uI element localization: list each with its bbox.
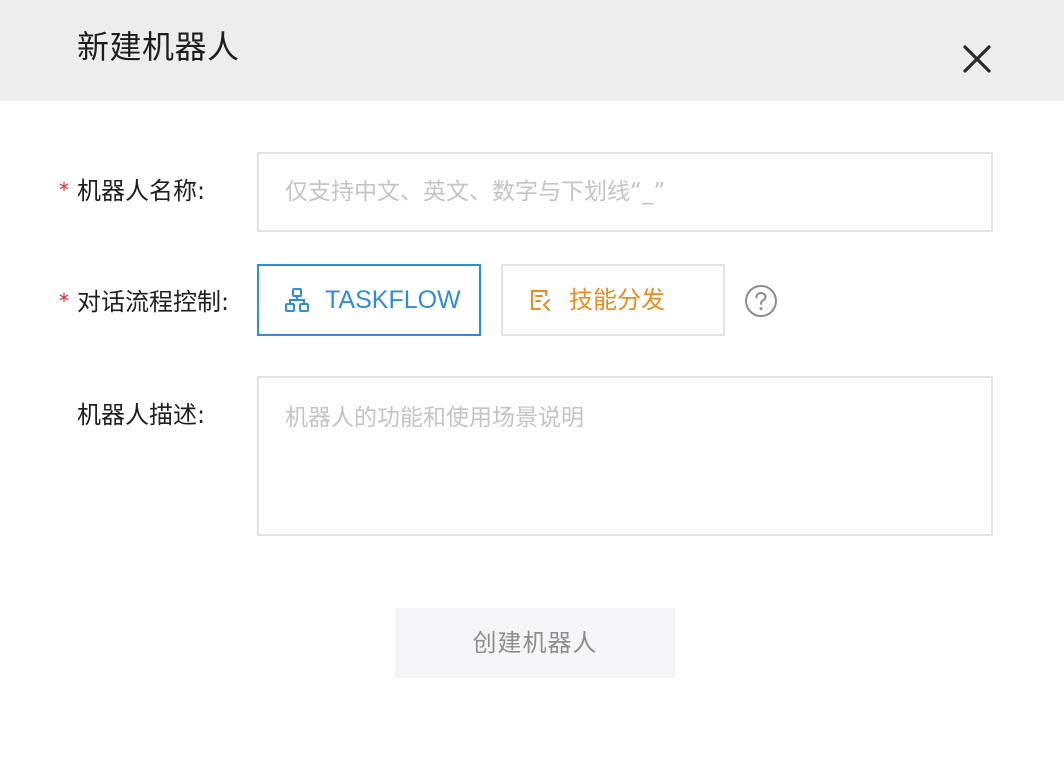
- robot-name-label: * 机器人名称:: [59, 175, 205, 207]
- required-mark: *: [59, 178, 69, 202]
- robot-name-label-text: 机器人名称:: [77, 177, 206, 205]
- flow-control-label: * 对话流程控制:: [59, 286, 229, 318]
- taskflow-option-button[interactable]: TASKFLOW: [257, 264, 481, 336]
- robot-name-input[interactable]: [259, 154, 991, 230]
- skill-dispatch-option-label: 技能分发: [569, 286, 665, 314]
- robot-description-label: 机器人描述:: [59, 399, 205, 431]
- close-icon[interactable]: [958, 40, 996, 78]
- dialog-title: 新建机器人: [77, 28, 240, 66]
- robot-description-textarea[interactable]: [259, 378, 991, 534]
- required-mark: *: [59, 289, 69, 313]
- robot-description-field[interactable]: [257, 376, 993, 536]
- create-robot-button[interactable]: 创建机器人: [395, 608, 675, 678]
- question-circle-icon[interactable]: [744, 284, 778, 318]
- robot-name-field[interactable]: [257, 152, 993, 232]
- robot-description-label-text: 机器人描述:: [77, 401, 206, 429]
- skill-dispatch-icon: [527, 286, 555, 314]
- flow-control-label-text: 对话流程控制:: [77, 288, 230, 316]
- skill-dispatch-option-button[interactable]: 技能分发: [501, 264, 725, 336]
- taskflow-option-label: TASKFLOW: [325, 286, 461, 314]
- flow-tree-icon: [283, 286, 311, 314]
- new-robot-dialog: 新建机器人 * 机器人名称: * 对话流程控制: TASKFLOW: [0, 0, 1064, 762]
- dialog-header: 新建机器人: [0, 0, 1064, 101]
